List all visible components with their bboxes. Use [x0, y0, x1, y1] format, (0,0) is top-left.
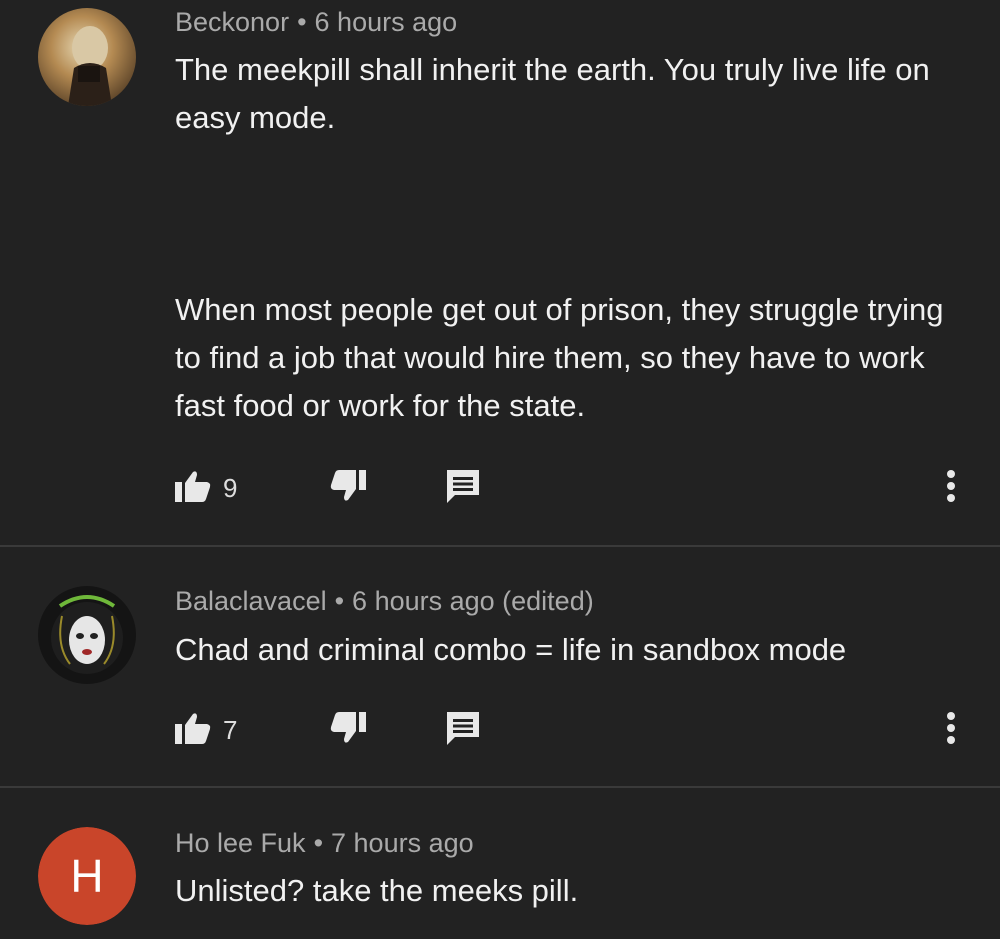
reply-icon: [445, 468, 481, 509]
like-button[interactable]: 7: [175, 708, 237, 752]
like-button[interactable]: 9: [175, 466, 237, 510]
comment-paragraph: The meekpill shall inherit the earth. Yo…: [175, 52, 930, 135]
comment-text: The meekpill shall inherit the earth. Yo…: [175, 46, 975, 430]
more-button[interactable]: [945, 466, 957, 510]
dislike-button[interactable]: [330, 708, 366, 752]
thumbs-down-icon: [330, 711, 366, 749]
comment-meta: Ho lee Fuk • 7 hours ago: [175, 828, 474, 859]
author-name[interactable]: Ho lee Fuk: [175, 828, 306, 858]
comment-text: Chad and criminal combo = life in sandbo…: [175, 626, 975, 674]
avatar[interactable]: [38, 586, 136, 684]
timestamp: 6 hours ago: [314, 7, 458, 37]
comment-meta: Beckonor • 6 hours ago: [175, 7, 457, 38]
avatar-letter: H: [38, 827, 136, 925]
thumbs-down-icon: [330, 469, 366, 507]
avatar[interactable]: [38, 8, 136, 106]
divider: [0, 545, 1000, 547]
reply-button[interactable]: [445, 708, 481, 752]
timestamp: 7 hours ago: [331, 828, 474, 858]
comment-paragraph: Unlisted? take the meeks pill.: [175, 873, 579, 908]
reply-button[interactable]: [445, 466, 481, 510]
more-button[interactable]: [945, 708, 957, 752]
separator-dot: •: [334, 586, 345, 616]
separator-dot: •: [297, 7, 307, 37]
comment-meta: Balaclavacel • 6 hours ago (edited): [175, 586, 594, 617]
like-count: 7: [223, 714, 238, 745]
like-count: 9: [223, 472, 238, 503]
thumbs-up-icon: [175, 712, 211, 749]
comment-paragraph: When most people get out of prison, they…: [175, 292, 944, 423]
avatar[interactable]: H: [38, 827, 136, 925]
reply-icon: [445, 710, 481, 751]
comment-text: Unlisted? take the meeks pill.: [175, 867, 975, 915]
comment-actions: 9: [175, 466, 975, 510]
comment-paragraph: Chad and criminal combo = life in sandbo…: [175, 632, 847, 667]
more-vertical-icon: [945, 468, 957, 509]
divider: [0, 786, 1000, 788]
thumbs-up-icon: [175, 470, 211, 507]
author-name[interactable]: Balaclavacel: [175, 586, 327, 616]
author-name[interactable]: Beckonor: [175, 7, 289, 37]
timestamp: 6 hours ago (edited): [352, 586, 594, 616]
dislike-button[interactable]: [330, 466, 366, 510]
comment-actions: 7: [175, 708, 975, 752]
separator-dot: •: [313, 828, 324, 858]
more-vertical-icon: [945, 710, 957, 751]
